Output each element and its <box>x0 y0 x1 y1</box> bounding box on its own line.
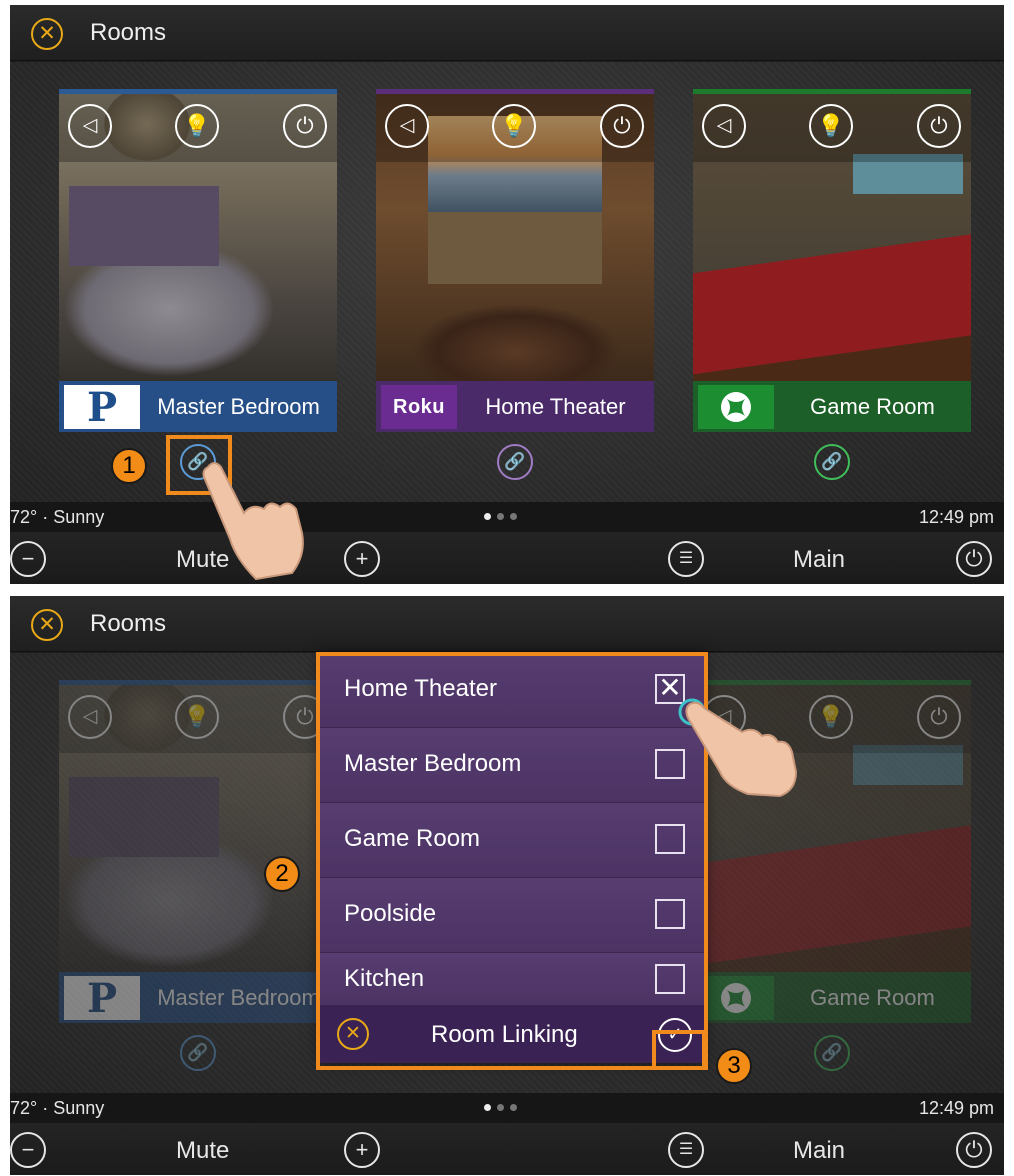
highlight-room-linking-dialog <box>316 652 708 1070</box>
remote-icon[interactable]: ☰ <box>668 1132 704 1168</box>
room-controls: ◁ 💡 ⏻ <box>376 94 654 162</box>
status-bar: 72° · Sunny 12:49 pm <box>10 1093 1004 1123</box>
room-card-home-theater[interactable]: ◁ 💡 ⏻ Roku Home Theater <box>376 89 654 432</box>
power-icon[interactable]: ⏻ <box>917 695 961 739</box>
power-icon[interactable]: ⏻ <box>600 104 644 148</box>
main-button[interactable]: Main <box>793 1137 845 1165</box>
xbox-logo <box>698 385 774 429</box>
room-card-master-bedroom[interactable]: ◁ 💡 ⏻ P Master Bedroom <box>59 89 337 432</box>
page-indicator <box>484 513 517 520</box>
remote-icon[interactable]: ☰ <box>668 541 704 577</box>
power-icon[interactable]: ⏻ <box>956 1132 992 1168</box>
page-dot[interactable] <box>510 1104 517 1111</box>
room-name: Game Room <box>810 985 935 1010</box>
room-card-game-room[interactable]: ◁ 💡 ⏻ Game Room <box>693 89 971 432</box>
lightbulb-icon[interactable]: 💡 <box>175 104 219 148</box>
room-label-bar: Roku Home Theater <box>376 381 654 432</box>
page-title: Rooms <box>90 610 167 637</box>
rooms-grid: ◁ 💡 ⏻ P Master Bedroom 🔗 ◁ 💡 ⏻ Roku Home… <box>10 62 1004 502</box>
room-name: Master Bedroom <box>157 985 320 1010</box>
link-icon[interactable]: 🔗 <box>814 1035 850 1071</box>
speaker-icon[interactable]: ◁ <box>68 695 112 739</box>
top-bar: ✕ Rooms <box>10 596 1004 652</box>
link-icon[interactable]: 🔗 <box>814 444 850 480</box>
clock: 12:49 pm <box>918 1098 994 1118</box>
speaker-icon[interactable]: ◁ <box>68 104 112 148</box>
step-2-badge: 2 <box>264 856 300 892</box>
top-bar: ✕ Rooms <box>10 5 1004 61</box>
room-card-master-bedroom[interactable]: ◁ 💡 ⏻ P Master Bedroom <box>59 680 337 1023</box>
room-controls: ◁ 💡 ⏻ <box>59 685 337 753</box>
pandora-logo: P <box>64 975 140 1022</box>
step-1-badge: 1 <box>111 448 147 484</box>
roku-logo: Roku <box>381 385 457 429</box>
room-controls: ◁ 💡 ⏻ <box>693 94 971 162</box>
step-3-badge: 3 <box>716 1048 752 1084</box>
room-name: Game Room <box>810 394 935 419</box>
plus-icon[interactable]: + <box>344 1132 380 1168</box>
power-icon[interactable]: ⏻ <box>956 541 992 577</box>
link-icon[interactable]: 🔗 <box>497 444 533 480</box>
lightbulb-icon[interactable]: 💡 <box>492 104 536 148</box>
room-controls: ◁ 💡 ⏻ <box>59 94 337 162</box>
page-dot[interactable] <box>497 513 504 520</box>
lightbulb-icon[interactable]: 💡 <box>809 104 853 148</box>
page-title: Rooms <box>90 19 167 46</box>
speaker-icon[interactable]: ◁ <box>385 104 429 148</box>
bottom-bar: − Mute + ☰ Main ⏻ <box>10 1123 1004 1175</box>
close-icon[interactable]: ✕ <box>31 18 63 50</box>
pointing-hand-icon <box>678 698 798 798</box>
highlight-confirm-button <box>652 1030 706 1070</box>
speaker-icon[interactable]: ◁ <box>702 104 746 148</box>
minus-icon[interactable]: − <box>10 541 46 577</box>
room-label-bar: Game Room <box>693 381 971 432</box>
power-icon[interactable]: ⏻ <box>917 104 961 148</box>
room-name: Master Bedroom <box>157 394 320 419</box>
link-icon[interactable]: 🔗 <box>180 1035 216 1071</box>
pointing-hand-icon <box>202 462 304 580</box>
page-dot[interactable] <box>484 1104 491 1111</box>
minus-icon[interactable]: − <box>10 1132 46 1168</box>
lightbulb-icon[interactable]: 💡 <box>175 695 219 739</box>
room-name: Home Theater <box>485 394 626 419</box>
mute-button[interactable]: Mute <box>176 1137 229 1165</box>
weather-readout: 72° · Sunny <box>10 1098 105 1118</box>
lightbulb-icon[interactable]: 💡 <box>809 695 853 739</box>
close-icon[interactable]: ✕ <box>31 609 63 641</box>
room-label-bar: P Master Bedroom <box>59 972 337 1023</box>
page-indicator <box>484 1104 517 1111</box>
pandora-logo: P <box>64 384 140 431</box>
main-button[interactable]: Main <box>793 546 845 574</box>
rooms-screen-step-1: ✕ Rooms ◁ 💡 ⏻ P Master Bedroom 🔗 ◁ 💡 ⏻ R… <box>10 5 1004 584</box>
page-dot[interactable] <box>510 513 517 520</box>
page-dot[interactable] <box>497 1104 504 1111</box>
xbox-logo <box>698 976 774 1020</box>
bottom-bar: − Mute + ☰ Main ⏻ <box>10 532 1004 584</box>
page-dot[interactable] <box>484 513 491 520</box>
clock: 12:49 pm <box>918 507 994 527</box>
room-label-bar: P Master Bedroom <box>59 381 337 432</box>
room-label-bar: Game Room <box>693 972 971 1023</box>
plus-icon[interactable]: + <box>344 541 380 577</box>
power-icon[interactable]: ⏻ <box>283 104 327 148</box>
weather-readout: 72° · Sunny <box>10 507 105 527</box>
status-bar: 72° · Sunny 12:49 pm <box>10 502 1004 532</box>
